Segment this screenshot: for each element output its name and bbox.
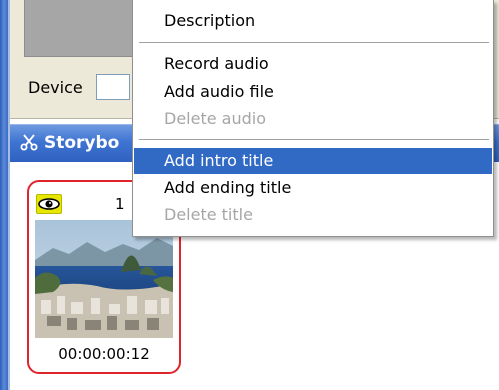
window-left-border (0, 0, 8, 390)
device-select[interactable] (96, 74, 130, 100)
scissors-icon (20, 134, 38, 151)
menu-item-add-intro-title[interactable]: Add intro title (134, 148, 492, 174)
menu-item-record-audio[interactable]: Record audio (134, 51, 492, 77)
menu-item-delete-title: Delete title (164, 205, 253, 224)
eye-icon[interactable] (36, 194, 62, 214)
clip-thumbnail (35, 220, 173, 338)
menu-item-add-audio-file[interactable]: Add audio file (134, 79, 492, 105)
menu-separator (139, 42, 489, 43)
menu-item-description[interactable]: Description (134, 8, 492, 34)
menu-item-delete-audio: Delete audio (164, 109, 266, 128)
eye-glyph (38, 198, 60, 210)
video-preview (24, 0, 146, 57)
clip-number: 1 (115, 195, 125, 213)
menu-item-add-ending-title[interactable]: Add ending title (134, 175, 492, 201)
app-window: Device Storybo 1 00:00:00:12 Description… (0, 0, 499, 390)
device-label: Device (28, 78, 83, 97)
context-menu: Description Record audio Add audio file … (132, 0, 494, 237)
storyboard-title: Storybo (44, 133, 120, 153)
menu-separator (139, 139, 489, 140)
clip-timecode: 00:00:00:12 (58, 345, 150, 363)
